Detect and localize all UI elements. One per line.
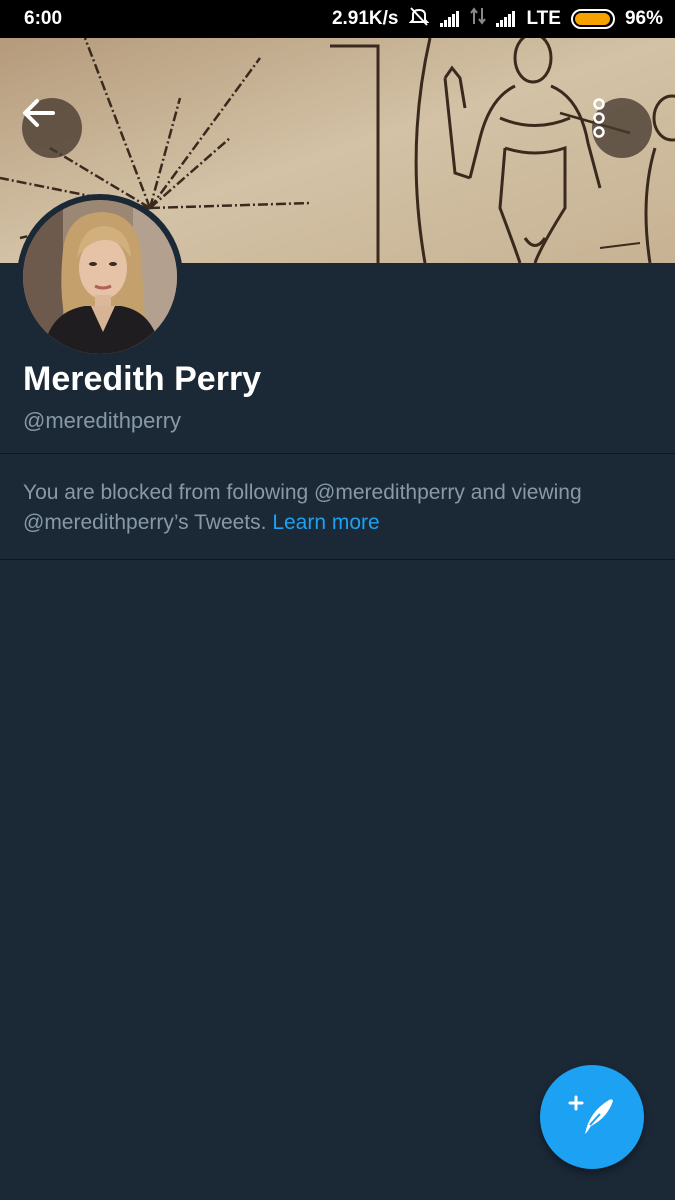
profile-name: Meredith Perry bbox=[23, 360, 262, 398]
learn-more-link[interactable]: Learn more bbox=[272, 511, 379, 534]
mute-icon bbox=[408, 5, 430, 33]
divider-bottom bbox=[0, 559, 675, 560]
network-type: LTE bbox=[526, 8, 561, 29]
status-indicators: 2.91K/s LTE 96% bbox=[322, 0, 663, 38]
status-time: 6:00 bbox=[24, 8, 63, 29]
profile-handle: @meredithperry bbox=[23, 408, 182, 433]
more-options-button[interactable] bbox=[592, 98, 652, 158]
status-bar: 6:00 2.91K/s LTE 96% bbox=[0, 0, 675, 38]
avatar-photo bbox=[23, 200, 177, 354]
battery-icon bbox=[570, 9, 615, 29]
battery-percent: 96% bbox=[624, 8, 663, 29]
data-transfer-icon bbox=[470, 6, 487, 32]
back-button[interactable] bbox=[22, 98, 82, 158]
compose-tweet-button[interactable] bbox=[540, 1065, 644, 1169]
signal-icon-2 bbox=[496, 11, 516, 27]
divider bbox=[0, 453, 675, 454]
network-speed: 2.91K/s bbox=[331, 8, 399, 29]
compose-tweet-icon bbox=[567, 1092, 617, 1143]
signal-icon bbox=[440, 11, 460, 27]
avatar[interactable] bbox=[17, 194, 183, 360]
blocked-notice: You are blocked from following @meredith… bbox=[23, 478, 653, 538]
